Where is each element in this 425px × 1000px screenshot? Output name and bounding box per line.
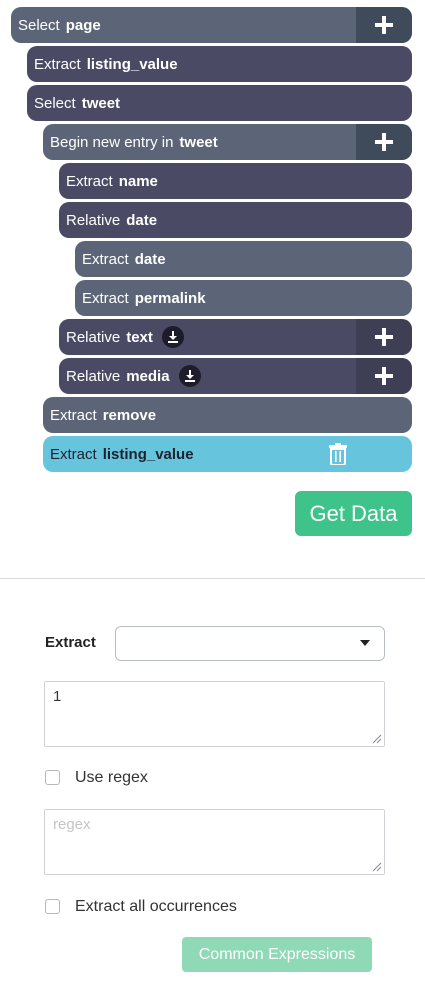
plus-icon [375, 133, 393, 151]
caret-down-icon [360, 640, 370, 646]
plus-icon [375, 16, 393, 34]
command-target: tweet [179, 133, 218, 151]
command-verb: Extract [50, 445, 97, 463]
command-select-page[interactable]: Select page [11, 7, 412, 43]
command-target: listing_value [86, 55, 178, 73]
command-verb: Select [34, 94, 76, 112]
command-verb: Relative [66, 367, 121, 385]
use-regex-checkbox[interactable] [45, 770, 60, 785]
command-extract-listing-value-selected[interactable]: Extract listing_value [43, 436, 412, 472]
command-target: tweet [81, 94, 121, 112]
command-target: media [126, 367, 170, 385]
command-verb: Extract [34, 55, 81, 73]
command-verb: Extract [82, 289, 129, 307]
trash-icon[interactable] [328, 443, 348, 465]
command-extract-permalink[interactable]: Extract permalink [75, 280, 412, 316]
plus-icon [375, 367, 393, 385]
add-command-button[interactable] [356, 7, 412, 43]
command-target: date [126, 211, 158, 229]
attribute-textarea[interactable]: 1 [44, 681, 385, 747]
add-command-button[interactable] [356, 319, 412, 355]
regex-placeholder: regex [53, 816, 91, 833]
command-extract-listing-value[interactable]: Extract listing_value [27, 46, 412, 82]
command-verb: Relative [66, 328, 121, 346]
command-verb: Relative [66, 211, 121, 229]
command-extract-date[interactable]: Extract date [75, 241, 412, 277]
command-extract-name[interactable]: Extract name [59, 163, 412, 199]
attribute-value: 1 [53, 688, 62, 705]
command-target: name [118, 172, 158, 190]
extract-select[interactable] [115, 626, 385, 661]
command-verb: Begin new entry in [50, 133, 174, 151]
command-target: date [134, 250, 166, 268]
command-target: page [65, 16, 101, 34]
command-verb: Select [18, 16, 60, 34]
regex-textarea[interactable]: regex [44, 809, 385, 875]
extract-all-checkbox[interactable] [45, 899, 60, 914]
get-data-button[interactable]: Get Data [295, 491, 412, 536]
command-extract-remove[interactable]: Extract remove [43, 397, 412, 433]
extract-all-label: Extract all occurrences [75, 898, 237, 915]
extract-label: Extract [45, 634, 96, 651]
command-relative-media[interactable]: Relative media [59, 358, 412, 394]
command-relative-date[interactable]: Relative date [59, 202, 412, 238]
add-command-button[interactable] [356, 358, 412, 394]
command-select-tweet[interactable]: Select tweet [27, 85, 412, 121]
add-command-button[interactable] [356, 124, 412, 160]
command-target: listing_value [102, 445, 194, 463]
command-verb: Extract [66, 172, 113, 190]
command-verb: Extract [82, 250, 129, 268]
resize-grip-icon[interactable] [372, 734, 382, 744]
command-relative-text[interactable]: Relative text [59, 319, 412, 355]
divider [0, 578, 425, 579]
command-begin-new-entry-tweet[interactable]: Begin new entry in tweet [43, 124, 412, 160]
common-expressions-button[interactable]: Common Expressions [182, 937, 372, 972]
command-target: permalink [134, 289, 206, 307]
plus-icon [375, 328, 393, 346]
resize-grip-icon[interactable] [372, 862, 382, 872]
use-regex-label: Use regex [75, 769, 148, 786]
command-target: text [126, 328, 153, 346]
command-verb: Extract [50, 406, 97, 424]
download-icon[interactable] [178, 365, 201, 387]
download-icon[interactable] [161, 326, 184, 348]
command-target: remove [102, 406, 157, 424]
